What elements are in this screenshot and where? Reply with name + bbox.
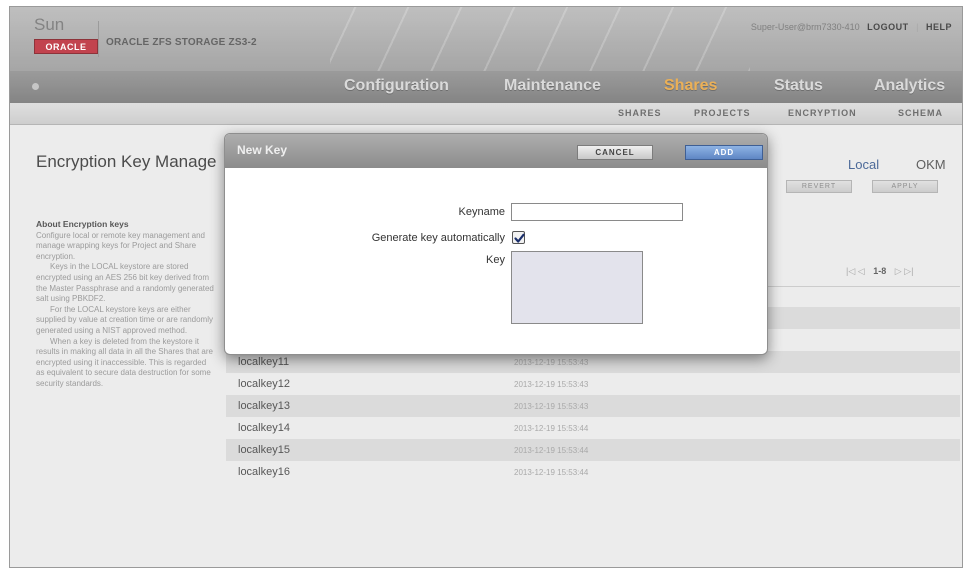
dialog-title: New Key — [237, 143, 288, 157]
add-button[interactable]: ADD — [685, 145, 763, 160]
keyname-label: Keyname — [458, 206, 505, 218]
generate-key-checkbox[interactable] — [512, 231, 525, 244]
generate-key-label: Generate key automatically — [371, 232, 505, 244]
dialog-header: New Key CANCEL ADD — [225, 134, 767, 168]
new-key-dialog: New Key CANCEL ADD Keyname Generate key … — [224, 133, 768, 355]
checkmark-icon — [514, 233, 525, 243]
app-window: Sun ORACLE ORACLE ZFS STORAGE ZS3-2 Supe… — [9, 6, 963, 568]
cancel-button[interactable]: CANCEL — [577, 145, 653, 160]
key-label: Key — [486, 254, 505, 266]
keyname-input[interactable] — [511, 203, 683, 221]
key-textarea[interactable] — [511, 251, 643, 324]
